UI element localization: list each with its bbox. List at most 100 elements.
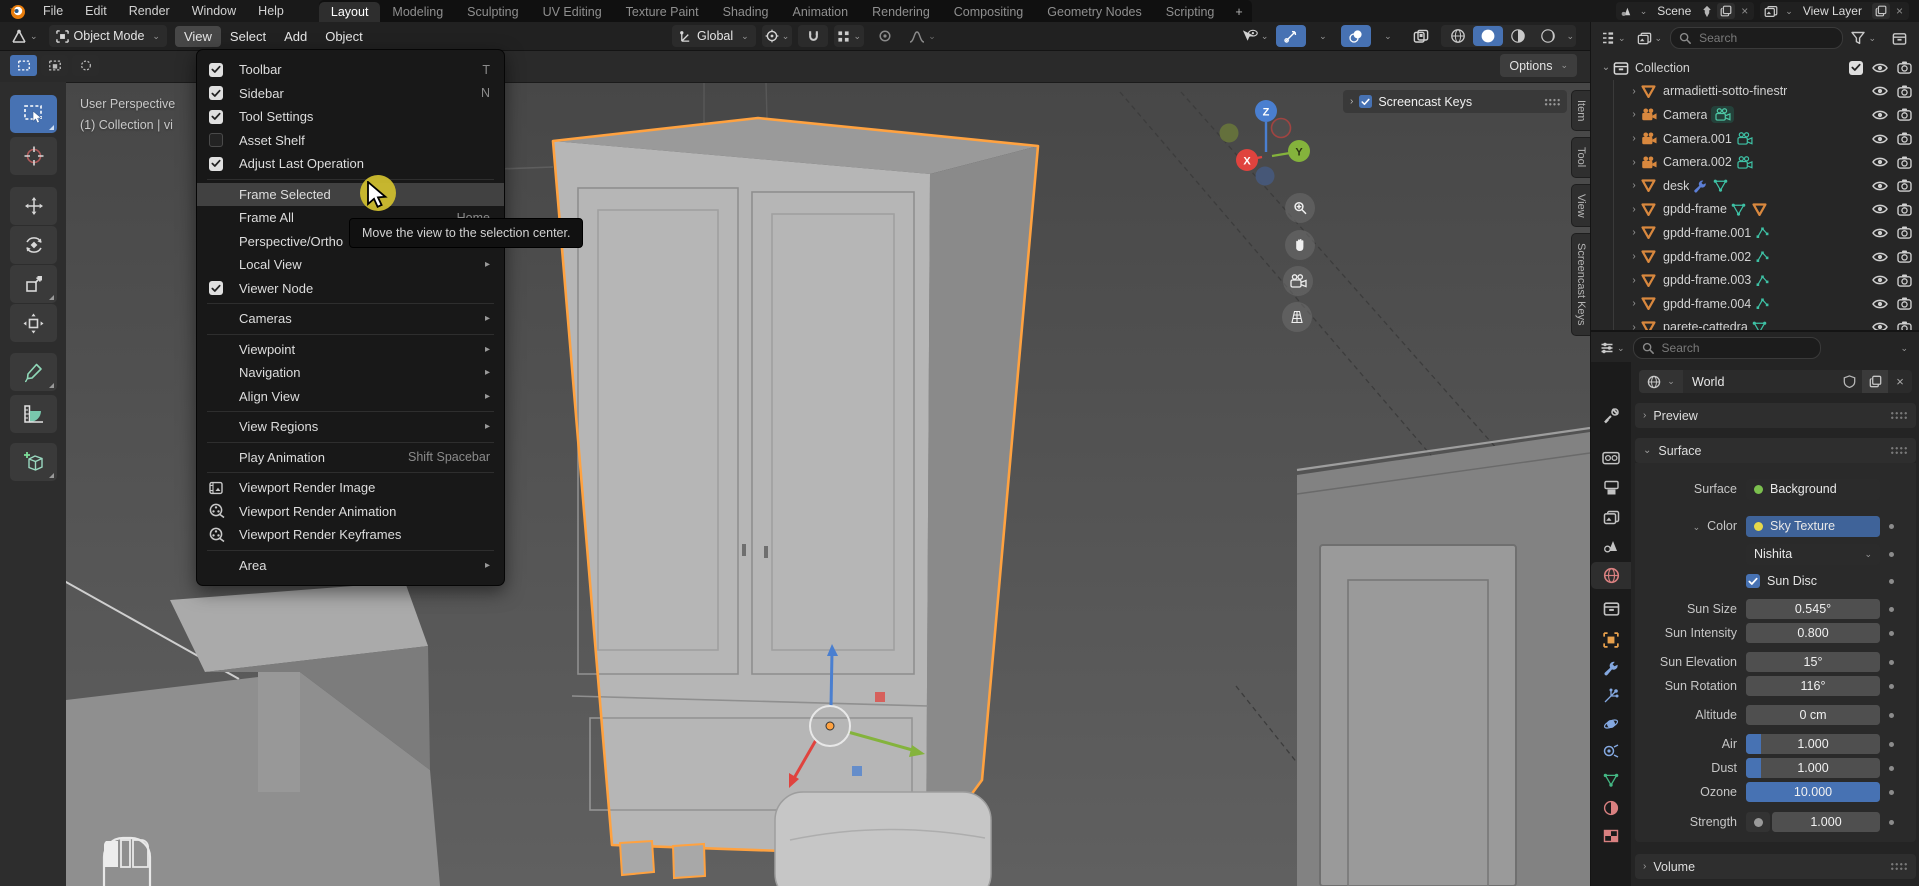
collection-checkbox[interactable] [1849,61,1863,75]
strength-value[interactable]: 1.000 [1772,812,1880,832]
menu-add[interactable]: Add [275,26,316,47]
annotate-tool[interactable] [10,353,57,391]
ortho-toggle-button[interactable] [1282,302,1312,332]
eye-icon[interactable] [1872,109,1888,121]
eye-icon[interactable] [1872,62,1888,74]
collapse-icon[interactable]: ⌄ [1599,62,1613,73]
camera-visibility-icon[interactable] [1897,203,1912,216]
outliner-row-collection[interactable]: ⌄ Collection [1591,56,1919,80]
tab-modeling[interactable]: Modeling [380,2,455,22]
sky-model-dropdown[interactable]: Nishita⌄ [1746,544,1880,565]
duplicate-world-button[interactable] [1862,370,1888,393]
outliner-row-parete-cattedra[interactable]: › parete-cattedra [1591,316,1919,330]
view-layer-selector[interactable]: ⌄ View Layer × [1760,2,1909,20]
properties-search-input[interactable] [1660,340,1812,356]
scene-selector[interactable]: ⌄ Scene × [1616,2,1755,20]
add-cube-tool[interactable] [10,443,57,481]
menu-help[interactable]: Help [247,0,295,22]
scale-tool[interactable] [10,265,57,303]
eye-icon[interactable] [1872,298,1888,310]
grease-pencil-data-icon[interactable] [1755,226,1770,239]
tab-rendering[interactable]: Rendering [860,2,942,22]
grease-pencil-data-icon[interactable] [1755,274,1770,287]
menu-item-frame-selected[interactable]: Frame Selected [197,183,504,207]
menu-item-navigation[interactable]: Navigation▸ [197,361,504,385]
expand-icon[interactable]: › [1627,133,1641,144]
camera-visibility-icon[interactable] [1897,156,1912,169]
shading-material-button[interactable] [1503,26,1533,46]
properties-search[interactable] [1633,337,1821,359]
tab-physics-properties[interactable] [1591,710,1631,737]
door-object[interactable] [1297,428,1590,886]
gizmo-settings-button[interactable]: ⌄ [1306,25,1336,47]
expand-icon[interactable]: › [1627,157,1641,168]
expand-icon[interactable]: › [1627,86,1641,97]
tab-sculpting[interactable]: Sculpting [455,2,530,22]
expand-icon[interactable]: › [1627,251,1641,262]
outliner-row-gpdd-frame-004[interactable]: › gpdd-frame.004 [1591,292,1919,316]
menu-item-toolbar[interactable]: ToolbarT [197,58,504,82]
camera-data-icon[interactable] [1736,156,1753,169]
mesh-data-icon[interactable] [1713,179,1728,192]
modifier-icon[interactable] [1693,179,1707,193]
expand-icon[interactable]: › [1627,109,1641,120]
new-view-layer-button[interactable] [1872,3,1890,19]
eye-icon[interactable] [1872,203,1888,215]
zoom-button[interactable] [1285,193,1315,223]
dust-slider[interactable]: 1.000 [1746,758,1880,778]
menu-item-play-animation[interactable]: Play AnimationShift Spacebar [197,446,504,470]
expand-icon[interactable]: › [1627,322,1641,330]
grease-pencil-data-icon[interactable] [1755,250,1770,263]
fake-user-button[interactable] [1836,370,1862,393]
show-gizmo-button[interactable] [1276,25,1306,47]
active-camera-data-icon[interactable] [1711,106,1734,123]
menu-item-viewport-render-animation[interactable]: Viewport Render Animation [197,500,504,524]
tab-render-properties[interactable] [1591,444,1631,471]
eye-icon[interactable] [1872,251,1888,263]
expand-icon[interactable]: › [1627,298,1641,309]
pivot-point-button[interactable]: ⌄ [762,25,793,47]
menu-item-viewport-render-image[interactable]: Viewport Render Image [197,476,504,500]
properties-options-chevron[interactable]: ⌄ [1900,343,1908,354]
tab-material-properties[interactable] [1591,794,1631,821]
surface-shader-button[interactable]: Background [1746,479,1880,500]
air-slider[interactable]: 1.000 [1746,734,1880,754]
tab-uv-editing[interactable]: UV Editing [531,2,614,22]
tab-view-layer-properties[interactable] [1591,504,1631,531]
menu-item-viewport-render-keyframes[interactable]: Viewport Render Keyframes [197,523,504,547]
camera-visibility-icon[interactable] [1897,85,1912,98]
menu-item-area[interactable]: Area▸ [197,554,504,578]
sun-elevation-value[interactable]: 15° [1746,652,1880,672]
menu-edit[interactable]: Edit [74,0,118,22]
outliner-row-armadietti[interactable]: › armadietti-sotto-finestr [1591,80,1919,104]
properties-editor-type-button[interactable]: ⌄ [1597,337,1628,359]
tab-screencast-keys[interactable]: Screencast Keys [1571,233,1590,336]
sun-size-value[interactable]: 0.545° [1746,599,1880,619]
outliner-row-desk[interactable]: › desk [1591,174,1919,198]
new-collection-button[interactable] [1884,27,1914,49]
cursor-tool[interactable] [10,137,57,175]
pan-button[interactable] [1285,230,1315,260]
outliner-search-input[interactable] [1697,30,1834,46]
tab-object-properties[interactable] [1591,626,1631,653]
add-workspace-button[interactable]: + [1226,2,1251,22]
outliner-row-camera-002[interactable]: › Camera.002 [1591,150,1919,174]
options-button[interactable]: Options ⌄ [1500,54,1577,77]
transform-orientation-selector[interactable]: Global ⌄ [672,25,756,47]
snap-settings-button[interactable]: ⌄ [834,25,864,47]
proportional-editing-button[interactable] [870,25,900,47]
tab-world-properties[interactable] [1591,562,1631,589]
tab-scene-properties[interactable] [1591,532,1631,559]
axis-neg-z-ball[interactable] [1256,167,1275,186]
tab-collection-properties[interactable] [1591,595,1631,622]
camera-view-button[interactable] [1283,266,1313,296]
tab-tool[interactable]: Tool [1571,137,1590,177]
color-texture-button[interactable]: Sky Texture [1746,516,1880,537]
outliner-row-camera-001[interactable]: › Camera.001 [1591,127,1919,151]
measure-tool[interactable] [10,395,57,433]
xray-toggle-button[interactable] [1406,25,1436,47]
select-box-tool[interactable] [10,95,57,133]
eye-icon[interactable] [1872,321,1888,330]
outliner-display-mode-button[interactable]: ⌄ [1597,27,1629,49]
axis-neg-x-ball[interactable] [1272,119,1291,138]
